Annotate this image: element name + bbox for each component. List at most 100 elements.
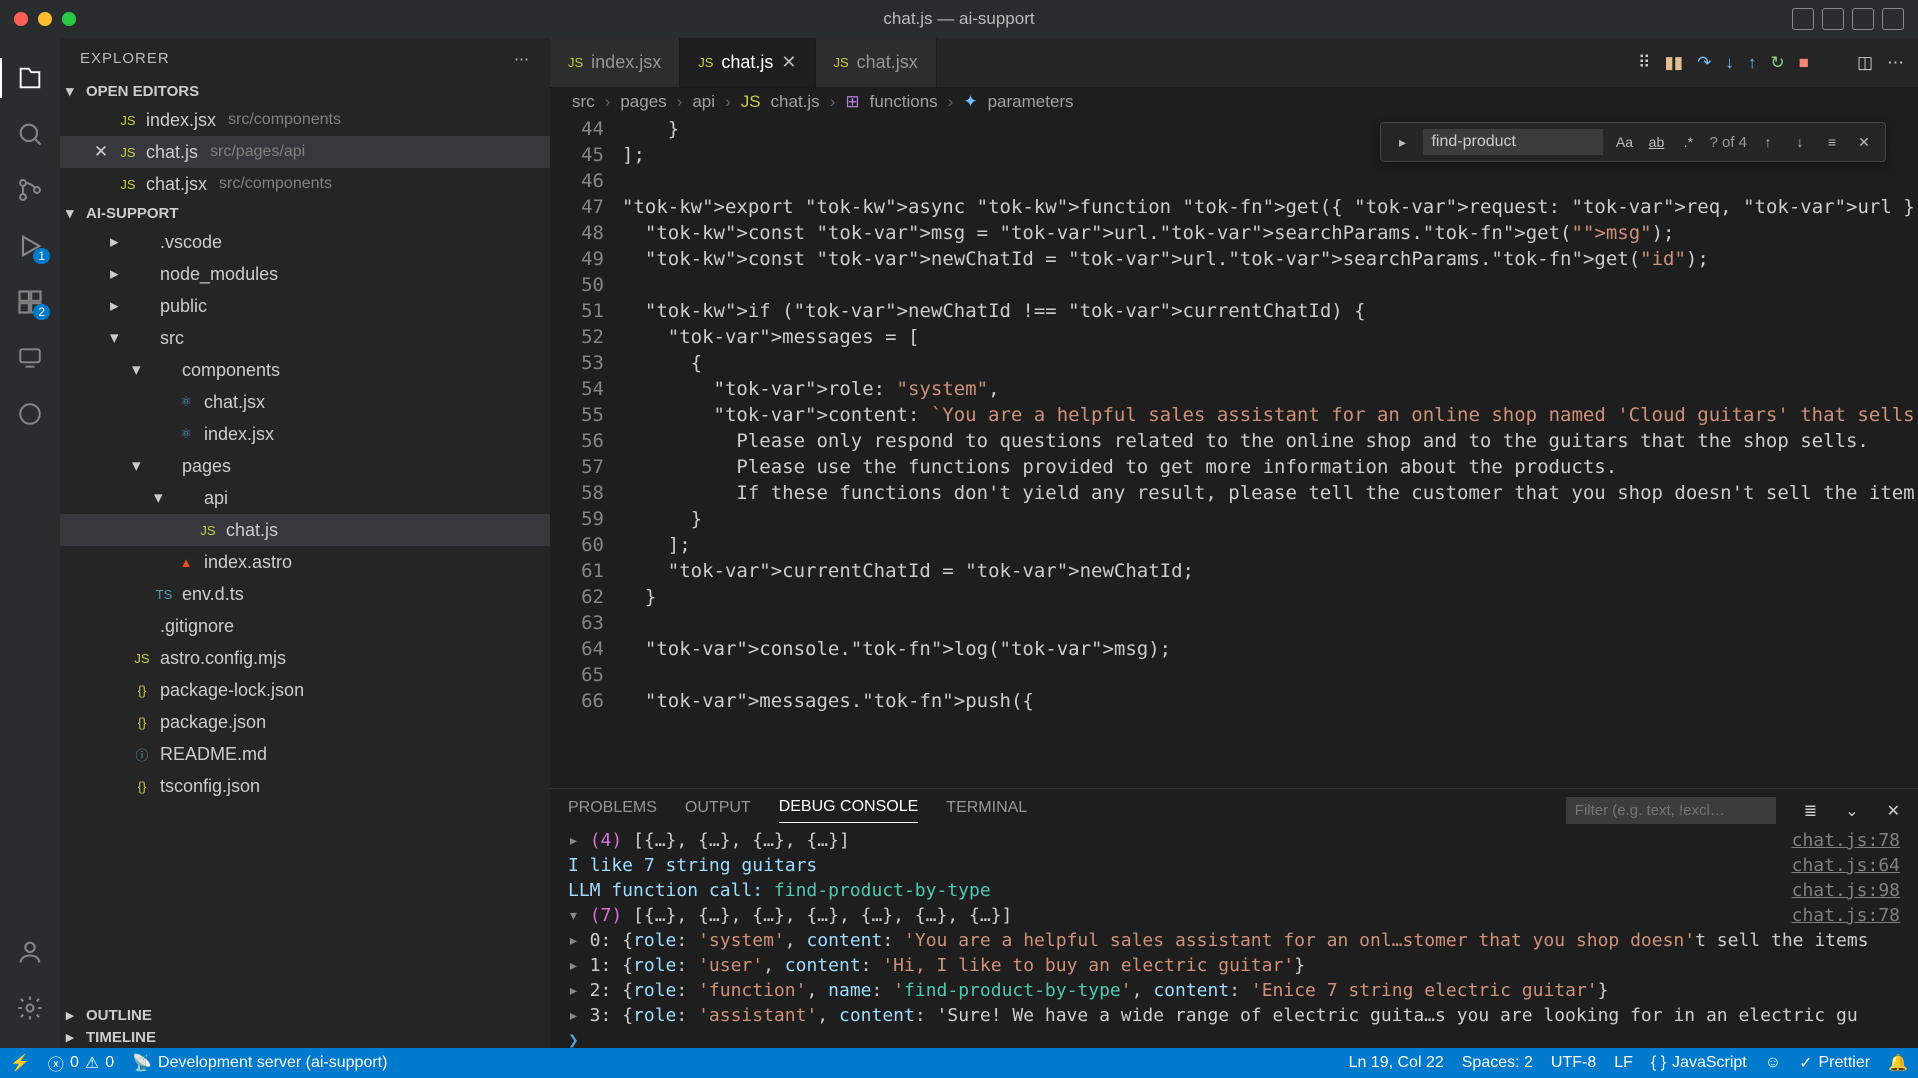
search-icon[interactable] — [0, 106, 60, 162]
folder-item[interactable]: ▾ api — [60, 482, 550, 514]
debug-badge: 1 — [33, 248, 50, 264]
notifications-icon[interactable]: 🔔 — [1888, 1053, 1908, 1073]
language-status[interactable]: { } JavaScript — [1651, 1054, 1747, 1072]
eol-status[interactable]: LF — [1614, 1054, 1633, 1072]
tab-terminal[interactable]: TERMINAL — [946, 799, 1027, 823]
tab-debug-console[interactable]: DEBUG CONSOLE — [779, 798, 919, 823]
file-item[interactable]: ⚛ chat.jsx — [60, 386, 550, 418]
debug-line[interactable]: I like 7 string guitarschat.js:64 — [568, 853, 1900, 878]
activity-bar: 1 2 — [0, 38, 60, 1048]
folder-item[interactable]: ▾ components — [60, 354, 550, 386]
open-editor-item[interactable]: JS chat.jsxsrc/components — [60, 168, 550, 200]
line-gutter: 4445464748495051525354555657585960616263… — [550, 116, 622, 788]
debug-line[interactable]: ▸ (4) [{…}, {…}, {…}, {…}]chat.js:78 — [568, 828, 1900, 853]
panel-clear-icon[interactable]: ≣ — [1804, 801, 1817, 821]
file-item[interactable]: {} package.json — [60, 706, 550, 738]
editor-tab[interactable]: JS index.jsx — [550, 38, 680, 87]
debug-line[interactable]: ▾ (7) [{…}, {…}, {…}, {…}, {…}, {…}, {…}… — [568, 903, 1900, 928]
close-icon[interactable]: ✕ — [781, 52, 796, 73]
layout-panel-icon[interactable] — [1822, 8, 1844, 30]
panel-filter-input[interactable] — [1566, 797, 1776, 824]
indentation-status[interactable]: Spaces: 2 — [1462, 1054, 1533, 1072]
drag-handle-icon[interactable]: ⠿ — [1638, 53, 1650, 73]
open-editor-item[interactable]: JS index.jsxsrc/components — [60, 104, 550, 136]
maximize-window[interactable] — [62, 12, 76, 26]
split-editor-icon[interactable]: ◫ — [1857, 53, 1873, 73]
extensions-icon[interactable]: 2 — [0, 274, 60, 330]
layout-sidebar-left-icon[interactable] — [1792, 8, 1814, 30]
close-window[interactable] — [14, 12, 28, 26]
debug-line[interactable]: LLM function call: find-product-by-typec… — [568, 878, 1900, 903]
cursor-position[interactable]: Ln 19, Col 22 — [1349, 1054, 1444, 1072]
panel-close-icon[interactable]: ✕ — [1887, 801, 1900, 821]
chevron-icon: ▾ — [132, 360, 146, 380]
debug-prompt[interactable]: ❯ — [568, 1030, 579, 1048]
file-item[interactable]: {} tsconfig.json — [60, 770, 550, 802]
copilot-status-icon[interactable]: ☺ — [1765, 1054, 1781, 1072]
tab-problems[interactable]: PROBLEMS — [568, 799, 657, 823]
bottom-panel: PROBLEMS OUTPUT DEBUG CONSOLE TERMINAL ≣… — [550, 788, 1918, 1048]
layout-customize-icon[interactable] — [1882, 8, 1904, 30]
debug-step-into-icon[interactable]: ↓ — [1725, 53, 1734, 73]
file-icon: TS — [154, 587, 174, 602]
file-icon: JS — [118, 113, 138, 128]
debug-restart-icon[interactable]: ↻ — [1770, 53, 1784, 73]
prettier-status[interactable]: ✓ Prettier — [1799, 1053, 1870, 1073]
file-item[interactable]: ⚛ index.jsx — [60, 418, 550, 450]
file-item[interactable]: TS env.d.ts — [60, 578, 550, 610]
file-item[interactable]: ▲ index.astro — [60, 546, 550, 578]
source-control-icon[interactable] — [0, 162, 60, 218]
explorer-icon[interactable] — [0, 50, 60, 106]
accounts-icon[interactable] — [0, 924, 60, 980]
file-item[interactable]: JS chat.js — [60, 514, 550, 546]
explorer-title: EXPLORER — [80, 50, 170, 68]
debug-step-out-icon[interactable]: ↑ — [1748, 53, 1757, 73]
debug-pause-icon[interactable]: ▮▮ — [1664, 53, 1683, 73]
explorer-more-icon[interactable]: ⋯ — [514, 50, 530, 68]
close-icon[interactable]: ✕ — [92, 142, 110, 162]
folder-item[interactable]: ▾ src — [60, 322, 550, 354]
tab-output[interactable]: OUTPUT — [685, 799, 751, 823]
edge-icon[interactable] — [0, 386, 60, 442]
debug-step-over-icon[interactable]: ↷ — [1697, 53, 1711, 73]
file-item[interactable]: ⓘ README.md — [60, 738, 550, 770]
folder-item[interactable]: ▸ .vscode — [60, 226, 550, 258]
file-item[interactable]: .gitignore — [60, 610, 550, 642]
file-item[interactable]: JS astro.config.mjs — [60, 642, 550, 674]
file-item[interactable]: {} package-lock.json — [60, 674, 550, 706]
debug-line[interactable]: ▸ 3: {role: 'assistant', content: 'Sure!… — [568, 1003, 1900, 1028]
timeline-header[interactable]: ▸ TIMELINE — [60, 1026, 550, 1048]
debug-line[interactable]: ▸ 2: {role: 'function', name: 'find-prod… — [568, 978, 1900, 1003]
open-editors-header[interactable]: ▾ OPEN EDITORS — [60, 80, 550, 102]
file-icon: JS — [568, 55, 583, 70]
editor-tab[interactable]: JS chat.js✕ — [680, 38, 815, 87]
minimize-window[interactable] — [38, 12, 52, 26]
remote-icon[interactable] — [0, 330, 60, 386]
errors-status[interactable]: ⓧ 0 ⚠ 0 — [48, 1051, 114, 1075]
settings-icon[interactable] — [0, 980, 60, 1036]
run-debug-icon[interactable]: 1 — [0, 218, 60, 274]
editor-tab[interactable]: JS chat.jsx — [816, 38, 937, 87]
debug-line[interactable]: ▸ 0: {role: 'system', content: 'You are … — [568, 928, 1900, 953]
outline-header[interactable]: ▸ OUTLINE — [60, 1004, 550, 1026]
titlebar: chat.js — ai-support — [0, 0, 1918, 38]
open-editor-item[interactable]: ✕ JS chat.jssrc/pages/api — [60, 136, 550, 168]
remote-status[interactable]: ⚡ — [10, 1053, 30, 1073]
encoding-status[interactable]: UTF-8 — [1551, 1054, 1596, 1072]
breadcrumb[interactable]: src› pages› api› JS chat.js› ⊞ functions… — [550, 88, 1918, 116]
debug-stop-icon[interactable]: ■ — [1799, 53, 1809, 73]
folder-item[interactable]: ▸ public — [60, 290, 550, 322]
file-icon: ⚛ — [176, 426, 196, 442]
file-icon: JS — [132, 651, 152, 666]
file-icon: JS — [118, 145, 138, 160]
project-header[interactable]: ▾ AI-SUPPORT — [60, 202, 550, 224]
chevron-icon: ▸ — [110, 232, 124, 252]
editor-content[interactable]: }];"tok-kw">export "tok-kw">async "tok-k… — [622, 116, 1918, 788]
folder-item[interactable]: ▾ pages — [60, 450, 550, 482]
layout-sidebar-right-icon[interactable] — [1852, 8, 1874, 30]
folder-item[interactable]: ▸ node_modules — [60, 258, 550, 290]
debug-line[interactable]: ▸ 1: {role: 'user', content: 'Hi, I like… — [568, 953, 1900, 978]
panel-collapse-icon[interactable]: ⌄ — [1845, 801, 1858, 821]
dev-server-status[interactable]: 📡 Development server (ai-support) — [132, 1053, 387, 1073]
more-actions-icon[interactable]: ⋯ — [1887, 53, 1904, 73]
